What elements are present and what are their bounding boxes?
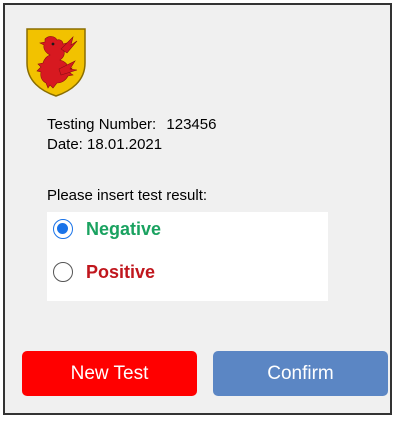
radio-button-positive[interactable] bbox=[53, 262, 73, 282]
result-prompt: Please insert test result: bbox=[47, 187, 208, 204]
test-info: Testing Number: 123456 Date: 18.01.2021 bbox=[47, 115, 216, 155]
testing-number-value: 123456 bbox=[166, 116, 217, 133]
radio-option-positive[interactable]: Positive bbox=[53, 257, 155, 287]
new-test-button[interactable]: New Test bbox=[22, 351, 197, 396]
result-radio-group: Negative Positive bbox=[47, 212, 328, 301]
radio-button-negative[interactable] bbox=[53, 219, 73, 239]
date-value: 18.01.2021 bbox=[87, 136, 163, 153]
date-row: Date: 18.01.2021 bbox=[47, 135, 216, 155]
positive-label[interactable]: Positive bbox=[86, 262, 155, 283]
testing-number-row: Testing Number: 123456 bbox=[47, 115, 216, 135]
confirm-button[interactable]: Confirm bbox=[213, 351, 388, 396]
testing-number-label: Testing Number: bbox=[47, 116, 157, 133]
negative-label[interactable]: Negative bbox=[86, 219, 161, 240]
radio-option-negative[interactable]: Negative bbox=[53, 214, 161, 244]
app-window: Testing Number: 123456 Date: 18.01.2021 … bbox=[3, 3, 392, 415]
date-label: Date: bbox=[47, 136, 83, 153]
crest-logo bbox=[26, 28, 86, 97]
